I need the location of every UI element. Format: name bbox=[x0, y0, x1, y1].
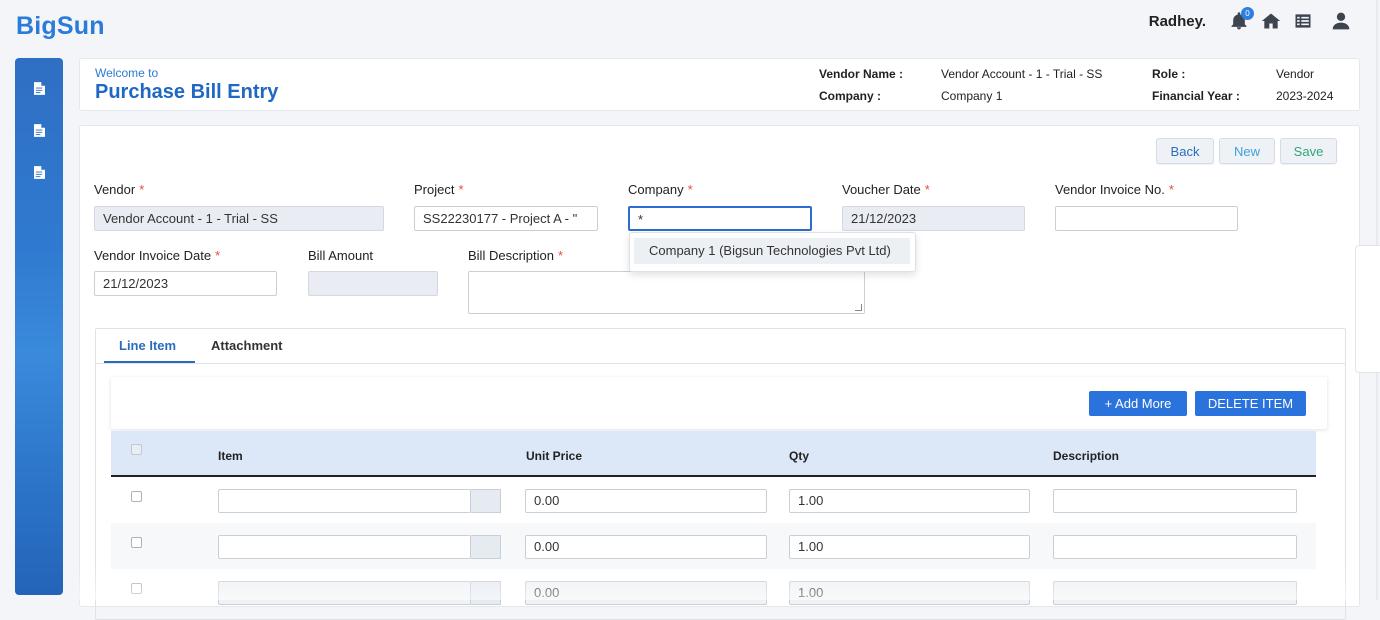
financial-year-value: 2023-2024 bbox=[1276, 89, 1334, 103]
project-label: Project * bbox=[414, 182, 464, 197]
back-button[interactable]: Back bbox=[1156, 138, 1214, 164]
item-input[interactable] bbox=[218, 489, 471, 513]
row-checkbox[interactable] bbox=[131, 537, 142, 548]
item-lookup-button[interactable] bbox=[471, 581, 501, 605]
page-title: Purchase Bill Entry bbox=[95, 81, 279, 103]
company-field-label: Company * bbox=[628, 182, 693, 197]
row-checkbox[interactable] bbox=[131, 491, 142, 502]
qty-input[interactable]: 1.00 bbox=[789, 581, 1030, 605]
bill-amount-label: Bill Amount bbox=[308, 248, 374, 263]
page-header: Welcome to Purchase Bill Entry Vendor Na… bbox=[79, 58, 1360, 111]
vendor-invoice-date-label: Vendor Invoice Date * bbox=[94, 248, 221, 263]
app-logo[interactable]: BigSun bbox=[16, 12, 105, 41]
company-option[interactable]: Company 1 (Bigsun Technologies Pvt Ltd) bbox=[634, 238, 910, 264]
role-label: Role : bbox=[1152, 67, 1186, 81]
new-button[interactable]: New bbox=[1219, 138, 1275, 164]
side-drawer-handle[interactable] bbox=[1355, 245, 1380, 373]
user-icon[interactable] bbox=[1330, 10, 1352, 32]
description-input[interactable] bbox=[1053, 535, 1297, 559]
role-value: Vendor bbox=[1276, 67, 1315, 81]
document-icon bbox=[33, 165, 45, 179]
topbar-actions: Radhey. 0 bbox=[1149, 7, 1352, 34]
tab-bar: Line Item Attachment bbox=[96, 329, 1345, 364]
select-all-checkbox[interactable] bbox=[131, 444, 142, 455]
column-header-qty: Qty bbox=[789, 449, 810, 463]
column-header-unit-price: Unit Price bbox=[526, 449, 583, 463]
bell-icon[interactable]: 0 bbox=[1228, 7, 1254, 32]
vendor-invoice-date-field[interactable]: 21/12/2023 bbox=[94, 271, 277, 296]
qty-input[interactable]: 1.00 bbox=[789, 535, 1030, 559]
line-items-header: Item Unit Price Qty Description bbox=[111, 431, 1316, 477]
username[interactable]: Radhey. bbox=[1149, 13, 1206, 30]
tab-attachment[interactable]: Attachment bbox=[211, 338, 283, 353]
company-label: Company : bbox=[819, 89, 882, 103]
list-icon[interactable] bbox=[1292, 10, 1314, 32]
main-form-card: Back New Save Vendor * Project * Company * … bbox=[79, 125, 1360, 620]
home-icon[interactable] bbox=[1260, 10, 1282, 32]
bill-description-field[interactable] bbox=[468, 271, 865, 314]
add-more-button[interactable]: + Add More bbox=[1089, 391, 1187, 416]
vendor-field[interactable]: Vendor Account - 1 - Trial - SS bbox=[94, 206, 384, 231]
table-row: 0.00 1.00 bbox=[111, 523, 1316, 569]
column-header-item: Item bbox=[218, 449, 243, 463]
line-item-actions: + Add More DELETE ITEM bbox=[111, 377, 1327, 429]
unit-price-input[interactable]: 0.00 bbox=[525, 535, 767, 559]
company-select[interactable]: * bbox=[628, 206, 812, 231]
item-lookup-button[interactable] bbox=[471, 535, 501, 559]
vendor-invoice-no-label: Vendor Invoice No. * bbox=[1055, 182, 1174, 197]
table-row: 0.00 1.00 bbox=[111, 569, 1316, 615]
sidebar bbox=[15, 58, 63, 595]
sidebar-item-document-1[interactable] bbox=[29, 78, 49, 98]
description-input[interactable] bbox=[1053, 581, 1297, 605]
vendor-name-label: Vendor Name : bbox=[819, 67, 904, 81]
unit-price-input[interactable]: 0.00 bbox=[525, 581, 767, 605]
tab-line-item[interactable]: Line Item bbox=[119, 338, 176, 353]
active-tab-indicator bbox=[104, 361, 195, 363]
vendor-name-value: Vendor Account - 1 - Trial - SS bbox=[941, 67, 1103, 81]
voucher-date-field[interactable]: 21/12/2023 bbox=[842, 206, 1025, 231]
sidebar-item-document-3[interactable] bbox=[29, 162, 49, 182]
description-input[interactable] bbox=[1053, 489, 1297, 513]
company-value: Company 1 bbox=[941, 89, 1003, 103]
item-input[interactable] bbox=[218, 581, 471, 605]
resize-handle-icon[interactable] bbox=[855, 304, 862, 311]
bill-description-label: Bill Description * bbox=[468, 248, 564, 263]
save-button[interactable]: Save bbox=[1280, 138, 1337, 164]
project-select[interactable]: SS22230177 - Project A - " bbox=[414, 206, 598, 231]
document-icon bbox=[33, 81, 45, 95]
vendor-label: Vendor * bbox=[94, 182, 145, 197]
unit-price-input[interactable]: 0.00 bbox=[525, 489, 767, 513]
notification-badge: 0 bbox=[1241, 7, 1254, 20]
table-row: 0.00 1.00 bbox=[111, 477, 1316, 523]
sidebar-item-document-2[interactable] bbox=[29, 120, 49, 140]
vendor-invoice-no-field[interactable] bbox=[1055, 206, 1238, 231]
document-icon bbox=[33, 123, 45, 137]
item-input[interactable] bbox=[218, 535, 471, 559]
bill-amount-field[interactable] bbox=[308, 271, 438, 296]
qty-input[interactable]: 1.00 bbox=[789, 489, 1030, 513]
financial-year-label: Financial Year : bbox=[1152, 89, 1240, 103]
company-dropdown: Company 1 (Bigsun Technologies Pvt Ltd) bbox=[629, 232, 916, 272]
item-lookup-button[interactable] bbox=[471, 489, 501, 513]
row-checkbox[interactable] bbox=[131, 583, 142, 594]
welcome-text: Welcome to bbox=[95, 66, 159, 80]
column-header-description: Description bbox=[1053, 449, 1120, 463]
delete-item-button[interactable]: DELETE ITEM bbox=[1195, 391, 1306, 416]
voucher-date-label: Voucher Date * bbox=[842, 182, 930, 197]
